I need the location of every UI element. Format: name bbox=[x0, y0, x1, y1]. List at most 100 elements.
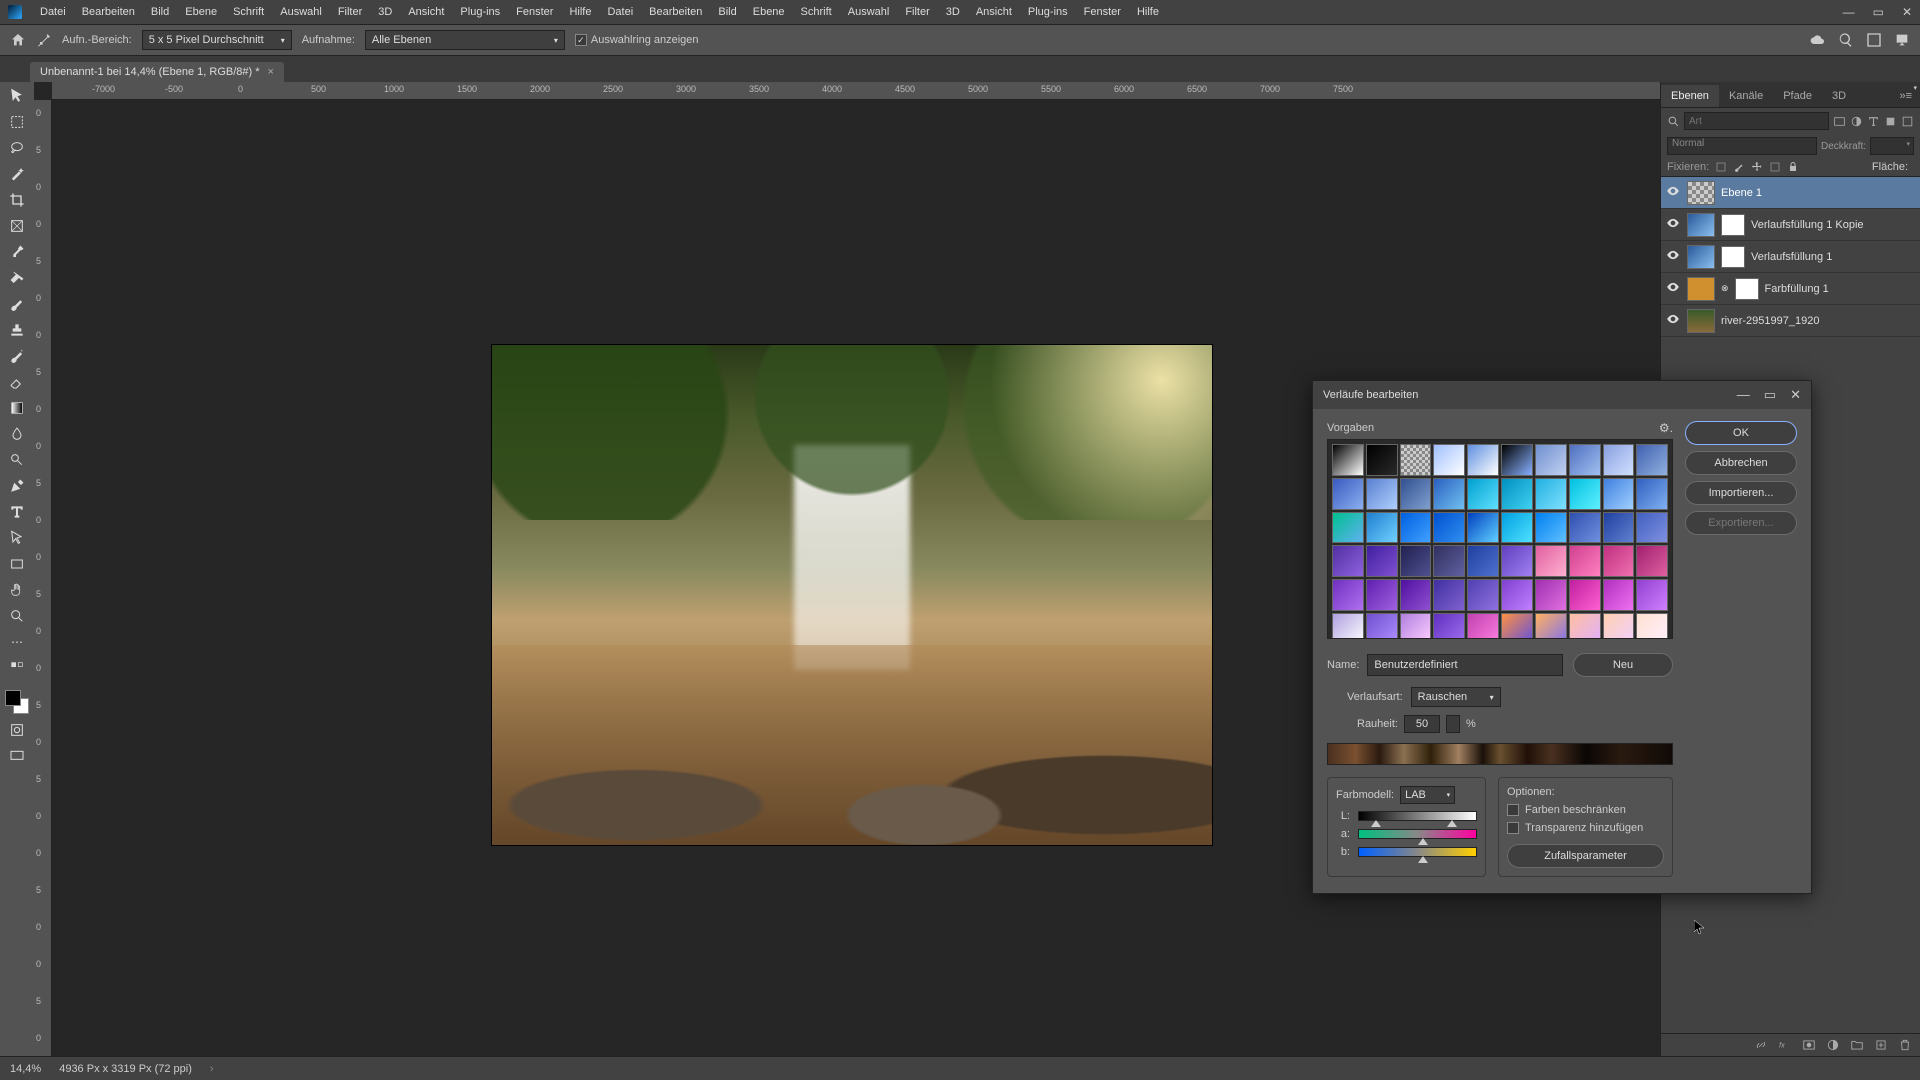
menu-datei[interactable]: Datei bbox=[599, 6, 641, 18]
layer-filter-input[interactable] bbox=[1684, 112, 1829, 130]
preset-swatch[interactable] bbox=[1400, 613, 1432, 639]
colormodel-select[interactable]: LAB▾ bbox=[1400, 786, 1455, 804]
menu-plug-ins[interactable]: Plug-ins bbox=[452, 6, 508, 18]
adjustment-icon[interactable] bbox=[1826, 1038, 1840, 1052]
lock-all-icon[interactable] bbox=[1787, 161, 1799, 173]
preset-swatch[interactable] bbox=[1535, 478, 1567, 510]
preset-swatch[interactable] bbox=[1501, 613, 1533, 639]
preset-swatch[interactable] bbox=[1433, 613, 1465, 639]
layer-visibility-icon[interactable] bbox=[1665, 248, 1681, 265]
menu-bearbeiten[interactable]: Bearbeiten bbox=[641, 6, 710, 18]
minimize-icon[interactable]: — bbox=[1843, 5, 1855, 19]
zoom-tool[interactable] bbox=[5, 606, 29, 626]
preset-swatch[interactable] bbox=[1467, 512, 1499, 544]
filter-smart-icon[interactable] bbox=[1901, 115, 1914, 128]
menu-ebene[interactable]: Ebene bbox=[745, 6, 793, 18]
preset-swatch[interactable] bbox=[1332, 512, 1364, 544]
menu-schrift[interactable]: Schrift bbox=[225, 6, 272, 18]
menu-3d[interactable]: 3D bbox=[370, 6, 400, 18]
preset-swatch[interactable] bbox=[1603, 545, 1635, 577]
eyedropper-tool[interactable] bbox=[5, 242, 29, 262]
menu-fenster[interactable]: Fenster bbox=[508, 6, 561, 18]
lock-pixels-icon[interactable] bbox=[1715, 161, 1727, 173]
preset-swatch[interactable] bbox=[1366, 512, 1398, 544]
preset-swatch[interactable] bbox=[1569, 545, 1601, 577]
share-icon[interactable] bbox=[1894, 32, 1910, 48]
tab-layers[interactable]: Ebenen bbox=[1661, 85, 1719, 107]
layer-row[interactable]: Verlaufsfüllung 1 bbox=[1661, 241, 1920, 273]
slider-a[interactable] bbox=[1358, 829, 1477, 839]
tab-3d[interactable]: 3D bbox=[1822, 85, 1856, 107]
preset-swatch[interactable] bbox=[1569, 444, 1601, 476]
preset-swatch[interactable] bbox=[1366, 478, 1398, 510]
frame-icon[interactable] bbox=[1866, 32, 1882, 48]
layer-thumbnail[interactable] bbox=[1687, 245, 1715, 269]
dialog-maximize-icon[interactable]: ▭ bbox=[1764, 387, 1776, 403]
preset-swatch[interactable] bbox=[1332, 545, 1364, 577]
ok-button[interactable]: OK bbox=[1685, 421, 1797, 445]
preset-swatch[interactable] bbox=[1603, 579, 1635, 611]
more-tools[interactable]: ⋯ bbox=[5, 632, 29, 652]
preset-swatch[interactable] bbox=[1501, 545, 1533, 577]
move-tool[interactable] bbox=[5, 86, 29, 106]
restrict-colors-checkbox[interactable]: Farben beschränken bbox=[1507, 804, 1664, 816]
preset-swatch[interactable] bbox=[1636, 613, 1668, 639]
layer-name[interactable]: Farbfüllung 1 bbox=[1765, 283, 1829, 295]
layer-thumbnail[interactable] bbox=[1687, 277, 1715, 301]
menu-schrift[interactable]: Schrift bbox=[793, 6, 840, 18]
slider-L[interactable] bbox=[1358, 811, 1477, 821]
preset-swatch[interactable] bbox=[1535, 444, 1567, 476]
preset-swatch[interactable] bbox=[1569, 613, 1601, 639]
pen-tool[interactable] bbox=[5, 476, 29, 496]
menu-bild[interactable]: Bild bbox=[710, 6, 744, 18]
preset-swatch[interactable] bbox=[1501, 512, 1533, 544]
layer-row[interactable]: ⊗ Farbfüllung 1 bbox=[1661, 273, 1920, 305]
color-swatches[interactable] bbox=[5, 690, 29, 714]
preset-swatch[interactable] bbox=[1535, 512, 1567, 544]
preset-swatch[interactable] bbox=[1636, 545, 1668, 577]
roughness-input[interactable] bbox=[1404, 715, 1440, 733]
preset-swatch[interactable] bbox=[1332, 444, 1364, 476]
screenmode-tool[interactable] bbox=[5, 746, 29, 766]
preset-swatch[interactable] bbox=[1569, 512, 1601, 544]
preset-swatch[interactable] bbox=[1535, 613, 1567, 639]
cloud-icon[interactable] bbox=[1810, 32, 1826, 48]
layer-name[interactable]: Verlaufsfüllung 1 bbox=[1751, 251, 1832, 263]
tab-channels[interactable]: Kanäle bbox=[1719, 85, 1773, 107]
eyedropper-icon[interactable] bbox=[36, 32, 52, 48]
add-transparency-checkbox[interactable]: Transparenz hinzufügen bbox=[1507, 822, 1664, 834]
preset-swatch[interactable] bbox=[1366, 545, 1398, 577]
preset-swatch[interactable] bbox=[1467, 444, 1499, 476]
dialog-minimize-icon[interactable]: — bbox=[1737, 387, 1750, 403]
foreground-color-swatch[interactable] bbox=[5, 690, 21, 706]
preset-swatch[interactable] bbox=[1433, 512, 1465, 544]
brush-tool[interactable] bbox=[5, 294, 29, 314]
cancel-button[interactable]: Abbrechen bbox=[1685, 451, 1797, 475]
preset-swatch[interactable] bbox=[1636, 579, 1668, 611]
opacity-input[interactable]: ▾ bbox=[1870, 137, 1914, 155]
preset-swatch[interactable] bbox=[1569, 579, 1601, 611]
layer-mask-thumbnail[interactable] bbox=[1721, 246, 1745, 268]
preset-swatch[interactable] bbox=[1636, 478, 1668, 510]
quickmask-tool[interactable] bbox=[5, 720, 29, 740]
preset-swatch[interactable] bbox=[1603, 613, 1635, 639]
layer-thumbnail[interactable] bbox=[1687, 213, 1715, 237]
menu-datei[interactable]: Datei bbox=[32, 6, 74, 18]
document-tab-close-icon[interactable]: × bbox=[268, 66, 274, 78]
blur-tool[interactable] bbox=[5, 424, 29, 444]
preset-swatch[interactable] bbox=[1535, 579, 1567, 611]
mask-icon[interactable] bbox=[1802, 1038, 1816, 1052]
roughness-spinner[interactable] bbox=[1446, 715, 1460, 733]
preset-swatch[interactable] bbox=[1400, 512, 1432, 544]
menu-ansicht[interactable]: Ansicht bbox=[400, 6, 452, 18]
preset-swatch[interactable] bbox=[1636, 444, 1668, 476]
eraser-tool[interactable] bbox=[5, 372, 29, 392]
preset-swatch[interactable] bbox=[1366, 579, 1398, 611]
menu-filter[interactable]: Filter bbox=[897, 6, 937, 18]
menu-plug-ins[interactable]: Plug-ins bbox=[1020, 6, 1076, 18]
path-select-tool[interactable] bbox=[5, 528, 29, 548]
history-brush-tool[interactable] bbox=[5, 346, 29, 366]
layer-name[interactable]: Verlaufsfüllung 1 Kopie bbox=[1751, 219, 1864, 231]
delete-layer-icon[interactable] bbox=[1898, 1038, 1912, 1052]
layer-name[interactable]: river-2951997_1920 bbox=[1721, 315, 1819, 327]
